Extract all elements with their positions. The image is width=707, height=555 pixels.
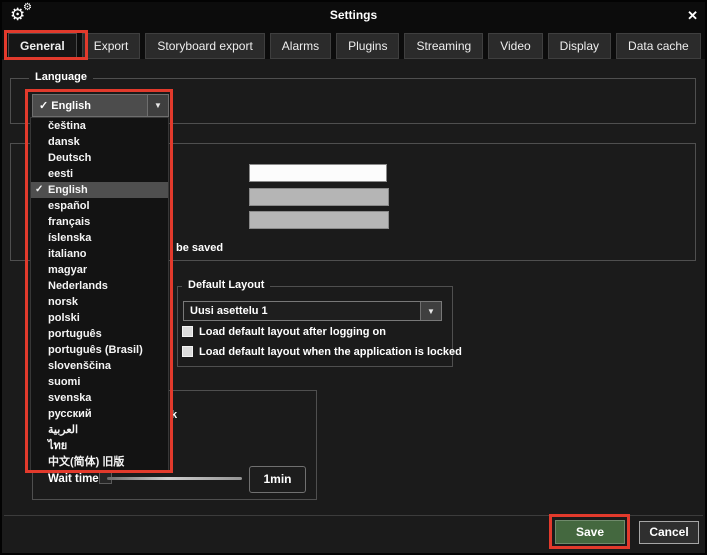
language-option-suomi[interactable]: suomi [31, 374, 168, 390]
tab-export[interactable]: Export [81, 33, 141, 59]
default-layout-dropdown[interactable]: Uusi asettelu 1 ▼ [183, 301, 442, 321]
language-option-russian[interactable]: русский [31, 406, 168, 422]
text-field-1[interactable] [249, 164, 387, 182]
tab-alarms[interactable]: Alarms [269, 33, 332, 59]
load-default-when-locked-label: Load default layout when the application… [199, 346, 462, 358]
save-button[interactable]: Save [555, 520, 625, 544]
language-option-svenska[interactable]: svenska [31, 390, 168, 406]
load-default-when-locked-checkbox[interactable] [182, 346, 193, 357]
tab-bar: General Export Storyboard export Alarms … [8, 33, 705, 59]
tab-general[interactable]: General [8, 33, 77, 59]
language-option-nederlands[interactable]: Nederlands [31, 278, 168, 294]
language-option-islenska[interactable]: íslenska [31, 230, 168, 246]
wait-time-value-box: 1min [249, 466, 306, 493]
text-field-3-disabled [249, 211, 389, 229]
language-option-thai[interactable]: ไทย [31, 438, 168, 454]
check-icon: ✓ [39, 100, 49, 112]
language-option-francais[interactable]: français [31, 214, 168, 230]
language-option-deutsch[interactable]: Deutsch [31, 150, 168, 166]
language-option-list: čeština dansk Deutsch eesti ✓ English esp… [30, 117, 169, 472]
chevron-down-icon: ▼ [154, 101, 162, 110]
default-layout-dropdown-arrow-button[interactable]: ▼ [420, 302, 441, 320]
language-dropdown-arrow-button[interactable]: ▼ [147, 95, 168, 116]
cancel-button[interactable]: Cancel [639, 521, 699, 544]
wait-time-slider-track[interactable] [107, 477, 242, 480]
chevron-down-icon: ▼ [427, 306, 435, 316]
tab-display[interactable]: Display [547, 33, 612, 59]
load-default-after-logon-checkbox[interactable] [182, 326, 193, 337]
language-dropdown[interactable]: ✓ English ▼ [32, 94, 169, 117]
title-bar: ⚙ ⚙ Settings ✕ [2, 2, 705, 30]
default-layout-group-label: Default Layout [182, 279, 271, 291]
obscured-text-fragment: be saved [176, 242, 224, 254]
tab-storyboard-export[interactable]: Storyboard export [145, 33, 265, 59]
language-option-cestina[interactable]: čeština [31, 118, 168, 134]
language-option-italiano[interactable]: italiano [31, 246, 168, 262]
language-option-polski[interactable]: polski [31, 310, 168, 326]
text-field-2-disabled [249, 188, 389, 206]
language-option-chinese-simplified[interactable]: 中文(简体) 旧版 [31, 454, 168, 470]
wait-time-label: Wait time: [48, 473, 103, 485]
default-layout-dropdown-value: Uusi asettelu 1 [190, 305, 268, 317]
language-option-espanol[interactable]: español [31, 198, 168, 214]
language-option-magyar[interactable]: magyar [31, 262, 168, 278]
check-icon: ✓ [35, 184, 44, 195]
settings-dialog: ⚙ ⚙ Settings ✕ General Export Storyboard… [0, 0, 707, 555]
tab-video[interactable]: Video [488, 33, 543, 59]
language-option-norsk[interactable]: norsk [31, 294, 168, 310]
language-option-eesti[interactable]: eesti [31, 166, 168, 182]
tab-plugins[interactable]: Plugins [336, 33, 400, 59]
window-title: Settings [329, 8, 378, 22]
language-option-dansk[interactable]: dansk [31, 134, 168, 150]
tab-data-cache[interactable]: Data cache [616, 33, 701, 59]
language-selected-value: English [51, 100, 92, 112]
close-icon[interactable]: ✕ [687, 8, 698, 24]
footer-separator [4, 515, 703, 516]
language-option-portugues-brasil[interactable]: português (Brasil) [31, 342, 168, 358]
tab-strip: General Export Storyboard export Alarms … [2, 30, 705, 59]
tab-streaming[interactable]: Streaming [404, 33, 484, 59]
load-default-after-logon-label: Load default layout after logging on [199, 326, 386, 338]
language-option-arabic[interactable]: العربية [31, 422, 168, 438]
language-group-label: Language [29, 71, 93, 83]
language-option-english-selected[interactable]: ✓ English [31, 182, 168, 198]
language-option-slovenscina[interactable]: slovenščina [31, 358, 168, 374]
obscured-text-fragment-k: k [171, 409, 178, 421]
language-option-portugues[interactable]: português [31, 326, 168, 342]
